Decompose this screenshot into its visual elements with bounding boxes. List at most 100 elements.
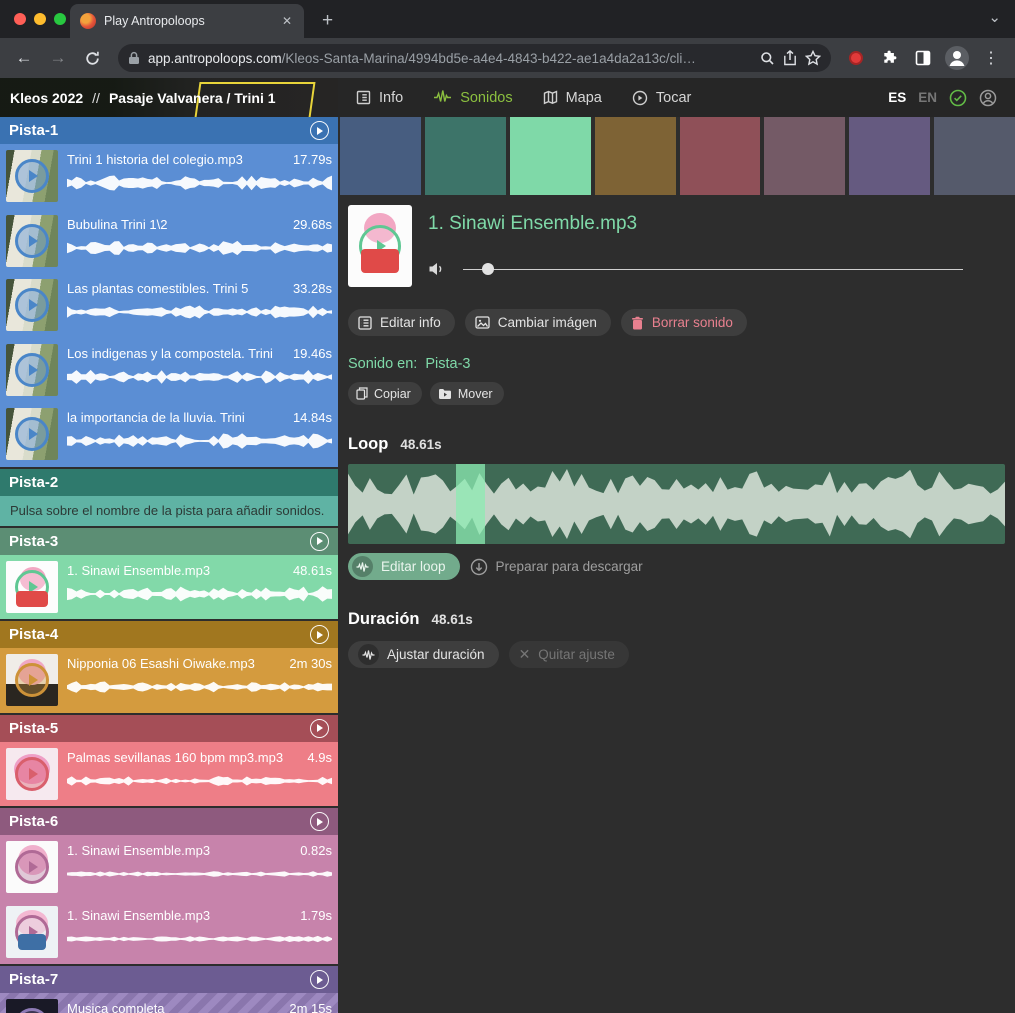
track-play-icon[interactable] xyxy=(310,719,329,738)
sound-location-track-link[interactable]: Pista-3 xyxy=(425,356,470,372)
clip-name[interactable]: 1. Sinawi Ensemble.mp3 xyxy=(67,908,294,923)
change-image-button[interactable]: Cambiar imágen xyxy=(465,309,611,336)
clip-name[interactable]: Los indigenas y la compostela. Trini xyxy=(67,346,287,361)
new-tab-button[interactable]: + xyxy=(316,10,339,38)
track-play-icon[interactable] xyxy=(310,970,329,989)
close-window-button[interactable] xyxy=(14,13,26,25)
palette-swatch[interactable] xyxy=(934,117,1015,195)
clip-row[interactable]: Musica completa2m 15s xyxy=(0,993,338,1013)
clip-row[interactable]: 1. Sinawi Ensemble.mp31.79s xyxy=(0,900,338,965)
track-play-icon[interactable] xyxy=(310,121,329,140)
clip-play-icon[interactable] xyxy=(15,288,49,322)
track-header[interactable]: Pista-3 xyxy=(0,528,338,555)
recorder-extension-icon[interactable] xyxy=(849,51,863,65)
clip-name[interactable]: Musica completa xyxy=(67,1001,283,1013)
clip-name[interactable]: la importancia de la lluvia. Trini xyxy=(67,410,287,425)
chevron-down-icon[interactable]: ⌄ xyxy=(988,8,1001,26)
profile-avatar[interactable] xyxy=(943,44,971,72)
clip-row[interactable]: Palmas sevillanas 160 bpm mp3.mp34.9s xyxy=(0,742,338,807)
move-button[interactable]: Mover xyxy=(430,382,504,405)
track-name[interactable]: Pista-5 xyxy=(9,720,58,737)
map-preview[interactable]: Kleos 2022 // Pasaje Valvanera / Trini 1 xyxy=(0,78,338,117)
palette-swatch[interactable] xyxy=(849,117,930,195)
clip-row[interactable]: Trini 1 historia del colegio.mp317.79s xyxy=(0,144,338,209)
back-button[interactable]: ← xyxy=(10,44,38,72)
clip-row[interactable]: Nipponia 06 Esashi Oiwake.mp32m 30s xyxy=(0,648,338,713)
delete-sound-button[interactable]: Borrar sonido xyxy=(621,309,747,336)
clip-name[interactable]: Palmas sevillanas 160 bpm mp3.mp3 xyxy=(67,750,301,765)
split-view-icon[interactable] xyxy=(909,44,937,72)
clip-name[interactable]: 1. Sinawi Ensemble.mp3 xyxy=(67,563,287,578)
zoom-icon[interactable] xyxy=(760,51,775,66)
breadcrumb-project[interactable]: Kleos 2022 xyxy=(10,90,83,106)
bookmark-star-icon[interactable] xyxy=(805,50,821,66)
clip-play-icon[interactable] xyxy=(15,663,49,697)
breadcrumb-page[interactable]: Pasaje Valvanera / Trini 1 xyxy=(109,90,276,106)
prepare-download-button[interactable]: Preparar para descargar xyxy=(470,558,643,576)
nav-sonidos[interactable]: Sonidos xyxy=(433,90,512,106)
clip-thumbnail[interactable] xyxy=(6,408,58,460)
remove-adjust-button[interactable]: ✕ Quitar ajuste xyxy=(509,641,629,668)
track-name[interactable]: Pista-7 xyxy=(9,971,58,988)
sound-image[interactable] xyxy=(348,205,412,287)
clip-thumbnail[interactable] xyxy=(6,748,58,800)
clip-name[interactable]: Bubulina Trini 1\2 xyxy=(67,217,287,232)
volume-slider[interactable] xyxy=(463,262,963,276)
palette-swatch[interactable] xyxy=(595,117,676,195)
url-text[interactable]: app.antropoloops.com/Kleos-Santa-Marina/… xyxy=(148,51,752,66)
clip-thumbnail[interactable] xyxy=(6,215,58,267)
clip-play-icon[interactable] xyxy=(15,850,49,884)
clip-play-icon[interactable] xyxy=(15,417,49,451)
clip-name[interactable]: Nipponia 06 Esashi Oiwake.mp3 xyxy=(67,656,283,671)
clip-thumbnail[interactable] xyxy=(6,654,58,706)
clip-thumbnail[interactable] xyxy=(6,841,58,893)
loop-waveform[interactable] xyxy=(348,464,1005,544)
clip-row[interactable]: 1. Sinawi Ensemble.mp30.82s xyxy=(0,835,338,900)
zoom-window-button[interactable] xyxy=(54,13,66,25)
clip-play-icon[interactable] xyxy=(15,915,49,949)
volume-thumb[interactable] xyxy=(482,263,494,275)
clip-name[interactable]: Trini 1 historia del colegio.mp3 xyxy=(67,152,287,167)
loop-playhead[interactable] xyxy=(456,464,485,544)
url-bar[interactable]: app.antropoloops.com/Kleos-Santa-Marina/… xyxy=(118,44,831,72)
share-icon[interactable] xyxy=(783,50,797,66)
palette-swatch-selected[interactable] xyxy=(510,117,591,195)
track-header[interactable]: Pista-1 xyxy=(0,117,338,144)
track-header[interactable]: Pista-5 xyxy=(0,715,338,742)
clip-thumbnail[interactable] xyxy=(6,344,58,396)
track-name[interactable]: Pista-3 xyxy=(9,533,58,550)
copy-button[interactable]: Copiar xyxy=(348,382,422,405)
clip-play-icon[interactable] xyxy=(15,570,49,604)
track-play-icon[interactable] xyxy=(310,625,329,644)
clip-play-icon[interactable] xyxy=(15,757,49,791)
clip-play-icon[interactable] xyxy=(15,159,49,193)
edit-info-button[interactable]: Editar info xyxy=(348,309,455,336)
palette-swatch[interactable] xyxy=(425,117,506,195)
breadcrumb[interactable]: Kleos 2022 // Pasaje Valvanera / Trini 1 xyxy=(0,78,338,117)
browser-tab[interactable]: Play Antropoloops ✕ xyxy=(70,4,304,38)
nav-info[interactable]: Info xyxy=(356,90,403,106)
reload-button[interactable] xyxy=(78,44,106,72)
clip-thumbnail[interactable] xyxy=(6,150,58,202)
clip-thumbnail[interactable] xyxy=(6,906,58,958)
lang-es[interactable]: ES xyxy=(888,90,906,105)
track-name[interactable]: Pista-4 xyxy=(9,626,58,643)
clip-thumbnail[interactable] xyxy=(6,279,58,331)
clip-thumbnail[interactable] xyxy=(6,561,58,613)
tab-close-icon[interactable]: ✕ xyxy=(278,12,296,30)
clip-thumbnail[interactable] xyxy=(6,999,58,1013)
track-play-icon[interactable] xyxy=(310,812,329,831)
track-header[interactable]: Pista-4 xyxy=(0,621,338,648)
extensions-puzzle-icon[interactable] xyxy=(875,44,903,72)
clip-row[interactable]: la importancia de la lluvia. Trini14.84s xyxy=(0,402,338,467)
clip-play-icon[interactable] xyxy=(15,224,49,258)
browser-menu-icon[interactable]: ⋮ xyxy=(977,48,1005,68)
clip-row-selected[interactable]: 1. Sinawi Ensemble.mp348.61s xyxy=(0,555,338,620)
palette-swatch[interactable] xyxy=(764,117,845,195)
clip-play-icon[interactable] xyxy=(15,353,49,387)
forward-button[interactable]: → xyxy=(44,44,72,72)
track-name[interactable]: Pista-2 xyxy=(9,474,58,491)
edit-loop-button[interactable]: Editar loop xyxy=(348,553,460,580)
track-header[interactable]: Pista-6 xyxy=(0,808,338,835)
window-controls[interactable] xyxy=(14,13,66,25)
